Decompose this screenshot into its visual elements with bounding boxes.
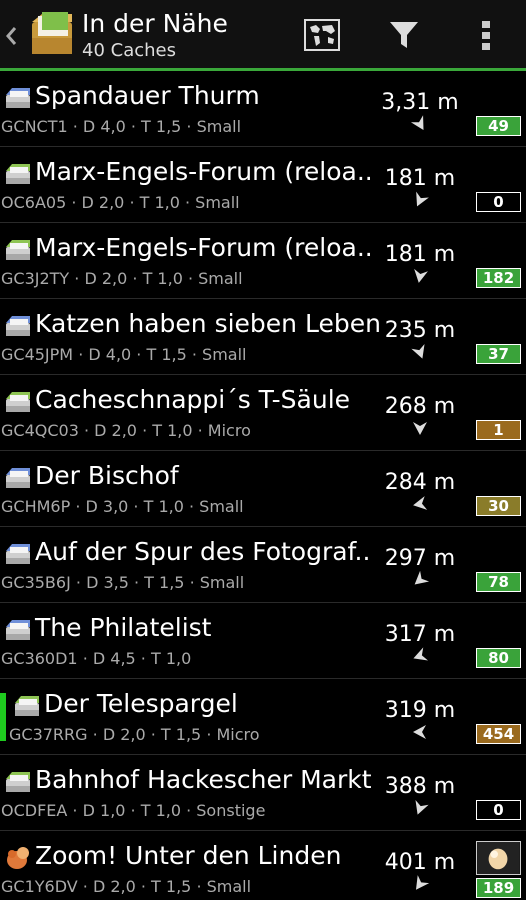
cache-list-item[interactable]: Cacheschnappi´s T-Säule GC4QC03 · D 2,0 ·… <box>0 375 526 451</box>
cache-name: Marx-Engels-Forum (reloa.. <box>35 233 373 262</box>
cache-distance: 181 m <box>384 242 456 267</box>
direction-arrow-icon <box>413 496 428 510</box>
cache-distance: 401 m <box>384 850 456 875</box>
direction-arrow-icon <box>414 268 428 283</box>
cache-name: Katzen haben sieben Leben <box>35 309 381 338</box>
cache-info: GC3J2TY · D 2,0 · T 1,0 · Small <box>1 269 243 288</box>
cache-name: The Philatelist <box>35 613 212 642</box>
traditional-cache-icon <box>6 392 30 412</box>
cache-list-item[interactable]: Zoom! Unter den Linden GC1Y6DV · D 2,0 · … <box>0 831 526 900</box>
cache-distance: 297 m <box>384 546 456 571</box>
cache-distance: 235 m <box>384 318 456 343</box>
direction-arrow-icon <box>415 875 430 890</box>
cache-info: GC37RRG · D 2,0 · T 1,5 · Micro <box>9 725 260 744</box>
cache-name: Spandauer Thurm <box>35 81 260 110</box>
action-bar: In der Nähe 40 Caches <box>0 0 526 68</box>
overflow-menu-icon <box>482 21 490 50</box>
found-count-badge: 189 <box>476 878 521 898</box>
traditional-cache-icon <box>6 772 30 792</box>
cache-box-icon[interactable] <box>28 12 76 58</box>
found-count-badge: 80 <box>476 648 521 668</box>
multi-cache-icon <box>6 316 30 336</box>
filter-icon <box>390 22 418 48</box>
cache-list-item[interactable]: Katzen haben sieben Leben GC45JPM · D 4,0… <box>0 299 526 375</box>
cache-info: GCNCT1 · D 4,0 · T 1,5 · Small <box>1 117 242 136</box>
cache-name: Zoom! Unter den Linden <box>35 841 342 870</box>
traditional-cache-icon <box>6 164 30 184</box>
found-count-badge: 454 <box>476 724 521 744</box>
found-count-badge: 78 <box>476 572 521 592</box>
cache-list-item[interactable]: Auf der Spur des Fotograf.. GC35B6J · D 3… <box>0 527 526 603</box>
multi-cache-icon <box>6 544 30 564</box>
direction-arrow-icon <box>413 422 427 435</box>
cache-name: Der Telespargel <box>44 689 238 718</box>
found-count-badge: 0 <box>476 192 521 212</box>
cache-distance: 3,31 m <box>381 90 459 115</box>
cache-distance: 317 m <box>384 622 456 647</box>
back-chevron-icon[interactable] <box>4 22 18 50</box>
earth-cache-icon <box>7 847 29 869</box>
cache-info: GC360D1 · D 4,5 · T 1,0 <box>1 649 192 668</box>
cache-photo-thumbnail[interactable] <box>476 841 521 875</box>
cache-info: OCDFEA · D 1,0 · T 1,0 · Sonstige <box>1 801 266 820</box>
cache-list-item[interactable]: Der Bischof GCHM6P · D 3,0 · T 1,0 · Smal… <box>0 451 526 527</box>
direction-arrow-icon <box>416 191 429 207</box>
cache-distance: 268 m <box>384 394 456 419</box>
cache-info: GC45JPM · D 4,0 · T 1,5 · Small <box>1 345 247 364</box>
cache-name: Bahnhof Hackescher Markt <box>35 765 372 794</box>
map-icon <box>304 19 340 51</box>
direction-arrow-icon <box>411 343 425 359</box>
cache-name: Auf der Spur des Fotograf.. <box>35 537 371 566</box>
found-count-badge: 49 <box>476 116 521 136</box>
page-title: In der Nähe <box>82 9 228 38</box>
cache-name: Cacheschnappi´s T-Säule <box>35 385 351 414</box>
cache-info: GC1Y6DV · D 2,0 · T 1,5 · Small <box>1 877 252 896</box>
multi-cache-icon <box>6 88 30 108</box>
map-button[interactable] <box>298 14 346 56</box>
direction-arrow-icon <box>413 647 429 661</box>
selection-indicator <box>0 693 6 741</box>
cache-list-item[interactable]: Marx-Engels-Forum (reloa.. OC6A05 · D 2,0… <box>0 147 526 223</box>
cache-name: Der Bischof <box>35 461 179 490</box>
multi-cache-icon <box>6 468 30 488</box>
overflow-menu-button[interactable] <box>462 14 510 56</box>
cache-info: GCHM6P · D 3,0 · T 1,0 · Small <box>1 497 244 516</box>
filter-button[interactable] <box>380 14 428 56</box>
direction-arrow-icon <box>413 725 426 739</box>
traditional-cache-icon <box>6 240 30 260</box>
cache-count-subtitle: 40 Caches <box>82 40 176 61</box>
cache-distance: 319 m <box>384 698 456 723</box>
cache-distance: 388 m <box>384 774 456 799</box>
direction-arrow-icon <box>410 115 424 131</box>
found-count-badge: 30 <box>476 496 521 516</box>
cache-list-item[interactable]: Marx-Engels-Forum (reloa.. GC3J2TY · D 2,… <box>0 223 526 299</box>
cache-list-item[interactable]: Der Telespargel GC37RRG · D 2,0 · T 1,5 ·… <box>0 679 526 755</box>
cache-info: GC4QC03 · D 2,0 · T 1,0 · Micro <box>1 421 251 440</box>
multi-cache-icon <box>6 620 30 640</box>
cache-info: OC6A05 · D 2,0 · T 1,0 · Small <box>1 193 240 212</box>
cache-distance: 284 m <box>384 470 456 495</box>
cache-list-item[interactable]: Spandauer Thurm GCNCT1 · D 4,0 · T 1,5 · … <box>0 71 526 147</box>
cache-list-item[interactable]: Bahnhof Hackescher Markt OCDFEA · D 1,0 ·… <box>0 755 526 831</box>
direction-arrow-icon <box>414 571 430 585</box>
cache-distance: 181 m <box>384 166 456 191</box>
found-count-badge: 1 <box>476 420 521 440</box>
cache-info: GC35B6J · D 3,5 · T 1,5 · Small <box>1 573 245 592</box>
direction-arrow-icon <box>415 799 429 815</box>
traditional-cache-icon <box>15 696 39 716</box>
cache-name: Marx-Engels-Forum (reloa.. <box>35 157 373 186</box>
found-count-badge: 182 <box>476 268 521 288</box>
found-count-badge: 37 <box>476 344 521 364</box>
cache-list-item[interactable]: The Philatelist GC360D1 · D 4,5 · T 1,0 31… <box>0 603 526 679</box>
found-count-badge: 0 <box>476 800 521 820</box>
